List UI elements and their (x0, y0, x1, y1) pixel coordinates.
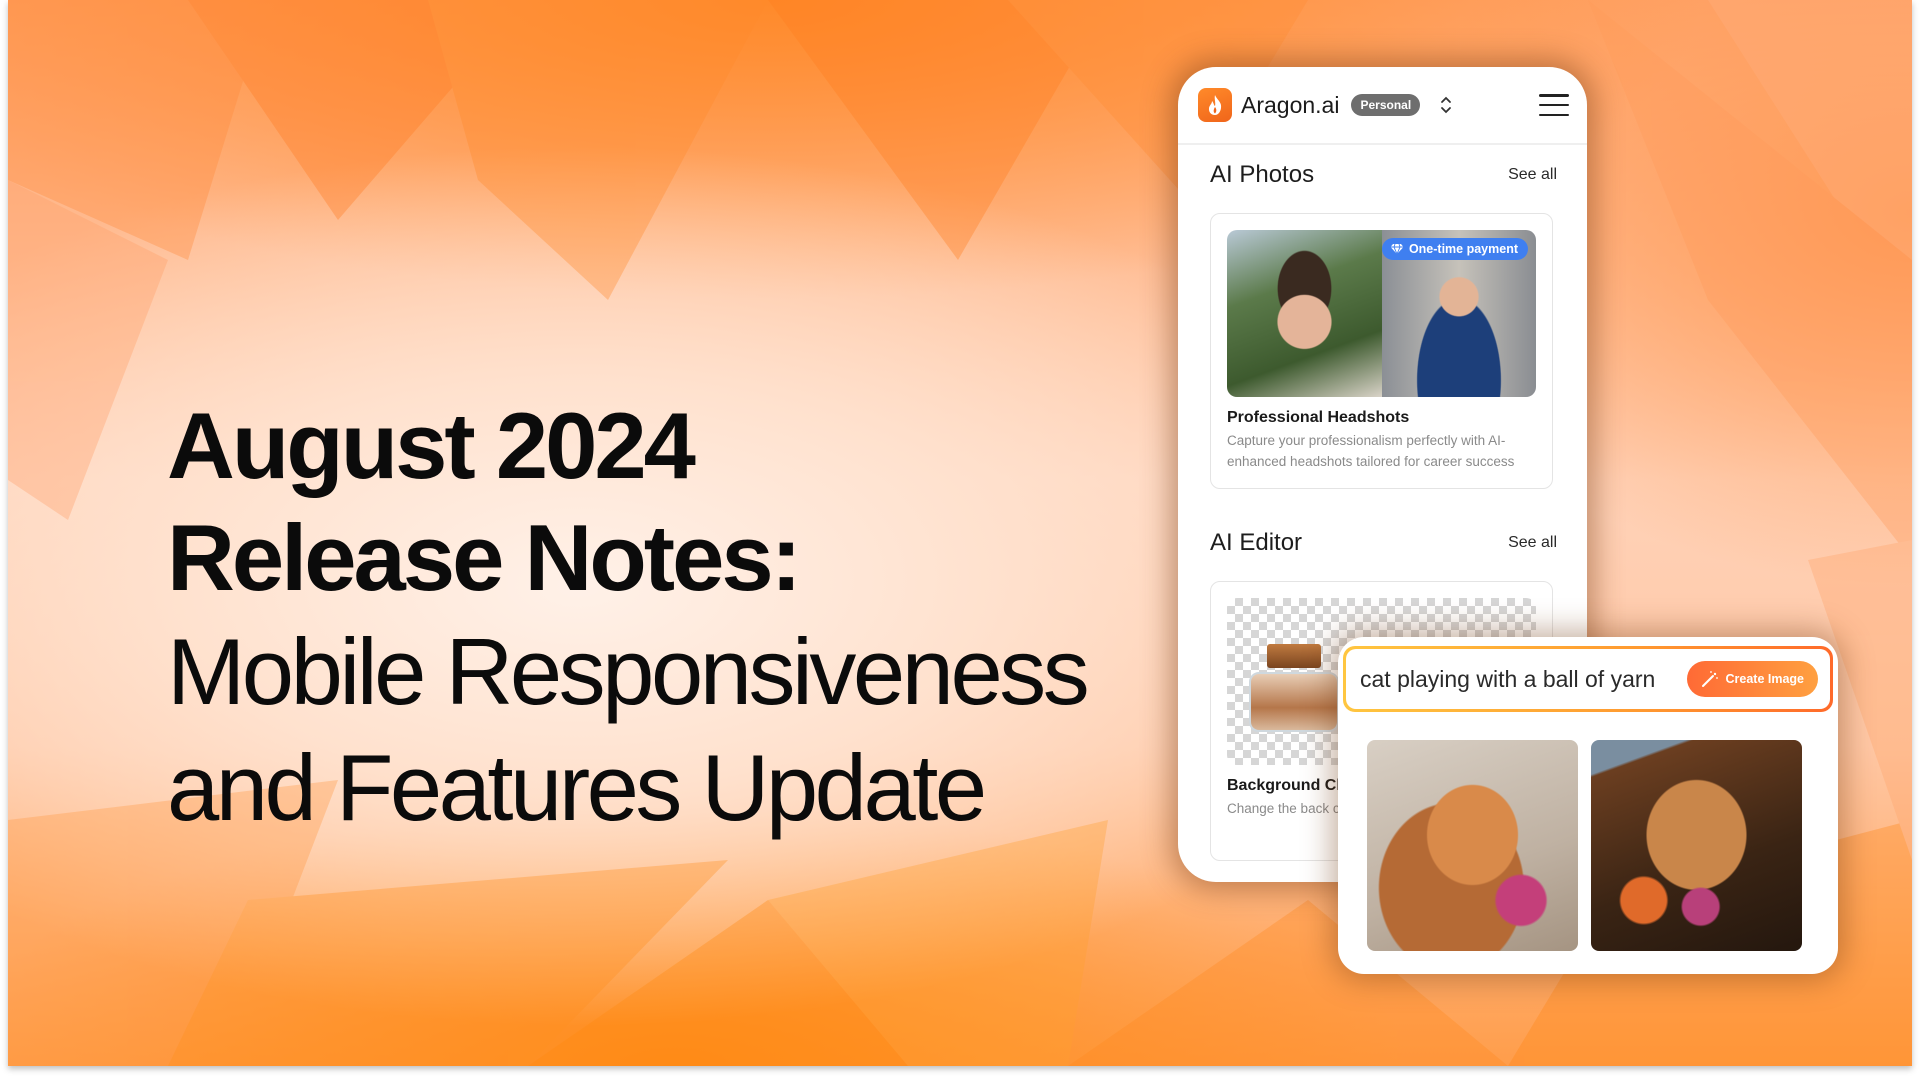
headline-date: August 2024 (167, 393, 696, 498)
brand-name[interactable]: Aragon.ai (1241, 92, 1339, 119)
section-title: AI Photos (1210, 161, 1315, 188)
generated-image-1[interactable] (1367, 740, 1578, 951)
workspace-badge: Personal (1351, 94, 1421, 116)
prompt-field[interactable]: cat playing with a ball of yarn Create I… (1343, 646, 1833, 712)
card-description: Capture your professionalism perfectly w… (1227, 433, 1515, 469)
magic-wand-icon (1702, 671, 1719, 687)
casual-photo (1227, 230, 1382, 397)
perfume-bottle (1249, 644, 1339, 734)
one-time-payment-badge: One-time payment (1381, 238, 1528, 260)
create-image-label: Create Image (1725, 672, 1804, 686)
diamond-icon (1390, 243, 1404, 255)
headshots-image: One-time payment (1227, 230, 1536, 397)
prompt-input[interactable]: cat playing with a ball of yarn (1360, 666, 1655, 693)
hamburger-menu-icon[interactable] (1539, 94, 1569, 116)
badge-label: One-time payment (1408, 242, 1518, 256)
headline: August 2024 Release Notes: Mobile Respon… (167, 390, 1090, 846)
section-title: AI Editor (1210, 529, 1303, 556)
card-title: Professional Headshots (1227, 409, 1410, 426)
see-all-link[interactable]: See all (1508, 166, 1557, 184)
section-ai-editor-header: AI Editor See all (1178, 529, 1587, 557)
chevron-up-down-icon[interactable] (1438, 94, 1454, 116)
headline-subtitle-2: and Features Update (167, 735, 987, 840)
image-generator-panel: cat playing with a ball of yarn Create I… (1338, 637, 1838, 974)
section-ai-photos-header: AI Photos See all (1178, 161, 1587, 189)
see-all-link[interactable]: See all (1508, 534, 1557, 552)
flame-icon[interactable] (1198, 88, 1232, 122)
create-image-button[interactable]: Create Image (1687, 661, 1818, 697)
app-header: Aragon.ai Personal (1178, 67, 1587, 145)
feature-card-professional-headshots[interactable]: One-time payment Professional Headshots … (1210, 213, 1553, 489)
headline-subtitle-1: Mobile Responsiveness (167, 619, 1090, 724)
generated-image-2[interactable] (1591, 740, 1802, 951)
headline-release-notes: Release Notes: (167, 505, 802, 610)
